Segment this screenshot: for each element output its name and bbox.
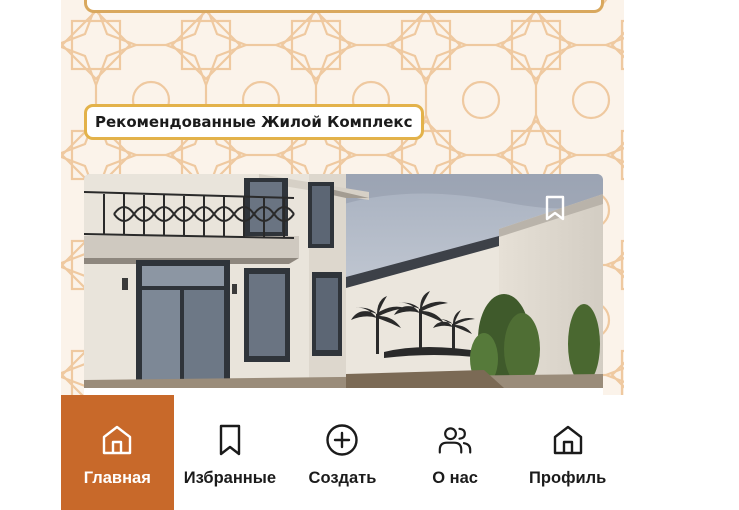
listing-photo[interactable] — [84, 174, 603, 388]
nav-item-about[interactable]: О нас — [399, 395, 512, 510]
nav-item-profile[interactable]: Профиль — [511, 395, 624, 510]
recommended-section-title: Рекомендованные Жилой Комплекс — [84, 104, 424, 140]
bookmark-icon — [219, 424, 241, 456]
bottom-navigation: Главная Избранные Создать О нас Профиль — [61, 395, 624, 510]
previous-section-card — [84, 0, 604, 13]
bookmark-icon — [545, 195, 565, 221]
plus-circle-icon — [326, 424, 359, 456]
mobile-app-viewport: Рекомендованные Жилой Комплекс Главная И… — [61, 0, 624, 510]
nav-item-favorites[interactable]: Избранные — [174, 395, 287, 510]
listing-card[interactable] — [84, 174, 603, 414]
nav-label-about: О нас — [432, 469, 478, 487]
listing-bookmark-button[interactable] — [543, 194, 567, 222]
users-icon — [438, 427, 472, 454]
home-icon — [103, 425, 132, 455]
home-icon — [553, 425, 582, 455]
nav-label-favorites: Избранные — [183, 469, 277, 487]
nav-item-create[interactable]: Создать — [286, 395, 399, 510]
nav-label-profile: Профиль — [529, 469, 607, 487]
nav-label-home: Главная — [83, 469, 151, 487]
recommended-title-text: Рекомендованные Жилой Комплекс — [95, 113, 413, 131]
nav-item-home[interactable]: Главная — [61, 395, 174, 510]
nav-label-create: Создать — [308, 469, 377, 487]
